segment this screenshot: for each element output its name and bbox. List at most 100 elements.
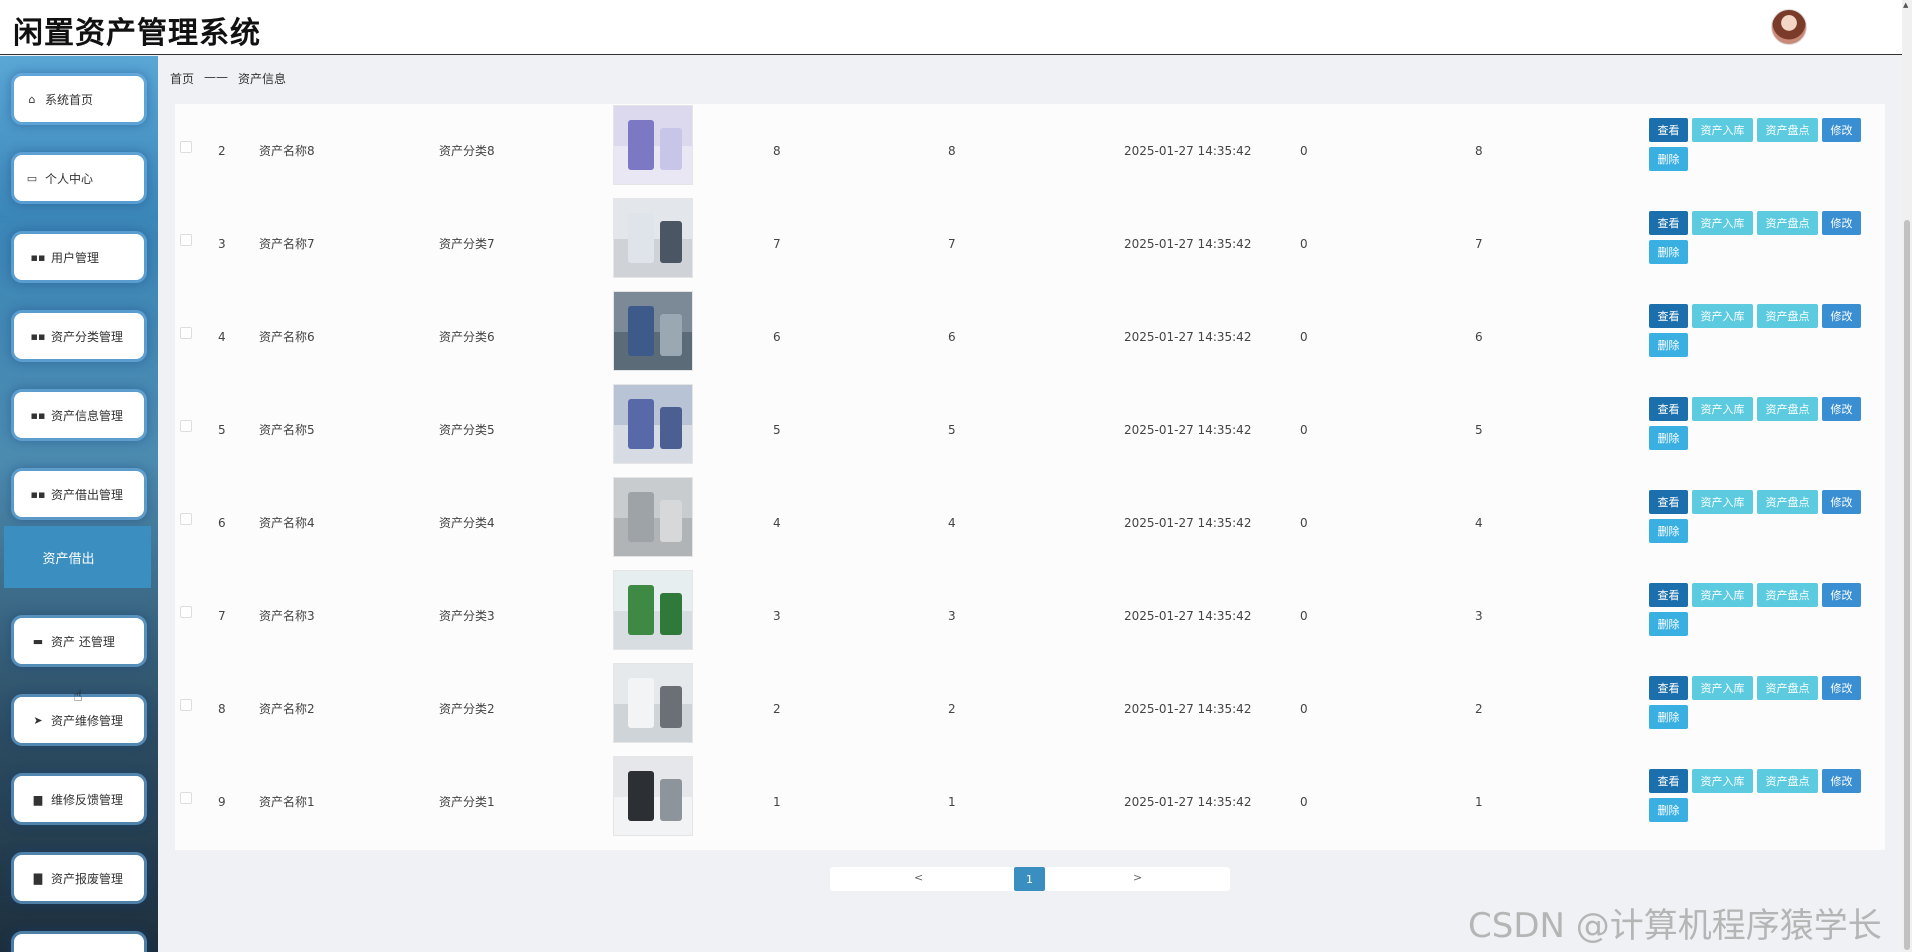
sidebar-item-repair-feedback[interactable]: ▆ 维修反馈管理	[14, 776, 144, 822]
edit-button[interactable]: 修改	[1822, 490, 1861, 514]
sidebar-item-asset-lending[interactable]: ▪▪ 资产借出管理	[14, 471, 144, 517]
delete-button[interactable]: 删除	[1649, 705, 1688, 729]
cell-col-c: 0	[1300, 515, 1308, 530]
table-row[interactable]: 2 资产名称8 资产分类8 8 8 2025-01-27 14:35:42 0 8 查看 资产入库…	[175, 104, 1885, 197]
asset-thumbnail[interactable]	[613, 756, 693, 836]
sidebar-item-asset-return[interactable]: ▬ 资产 还管理	[14, 618, 144, 664]
edit-button[interactable]: 修改	[1822, 676, 1861, 700]
table-row[interactable]: 6 资产名称4 资产分类4 4 4 2025-01-27 14:35:42 0 4 查看 资产入库…	[175, 476, 1885, 569]
table-row[interactable]: 5 资产名称5 资产分类5 5 5 2025-01-27 14:35:42 0 5 查看 资产入库…	[175, 383, 1885, 476]
delete-button[interactable]: 删除	[1649, 147, 1688, 171]
asset-thumbnail[interactable]	[613, 105, 693, 185]
cell-col-b: 6	[948, 329, 956, 344]
cell-index: 3	[218, 236, 226, 251]
cell-category: 资产分类3	[439, 609, 495, 623]
view-button[interactable]: 查看	[1649, 676, 1688, 700]
edit-button[interactable]: 修改	[1822, 769, 1861, 793]
asset-thumbnail[interactable]	[613, 477, 693, 557]
breadcrumb-home[interactable]: 首页	[170, 70, 194, 87]
sidebar-item-home[interactable]: ⌂ 系统首页	[14, 76, 144, 122]
view-button[interactable]: 查看	[1649, 118, 1688, 142]
edit-button[interactable]: 修改	[1822, 118, 1861, 142]
sidebar-item-profile[interactable]: ▭ 个人中心	[14, 155, 144, 201]
home-icon: ⌂	[28, 92, 36, 106]
delete-button[interactable]: 删除	[1649, 612, 1688, 636]
row-checkbox[interactable]	[180, 606, 192, 618]
stock-in-button[interactable]: 资产入库	[1692, 583, 1753, 607]
view-button[interactable]: 查看	[1649, 583, 1688, 607]
cell-category: 资产分类8	[439, 144, 495, 158]
stock-in-button[interactable]: 资产入库	[1692, 490, 1753, 514]
sidebar-item-label: 维修反馈管理	[51, 792, 124, 807]
inventory-button[interactable]: 资产盘点	[1757, 304, 1818, 328]
user-avatar[interactable]	[1771, 9, 1807, 45]
view-button[interactable]: 查看	[1649, 397, 1688, 421]
stock-in-button[interactable]: 资产入库	[1692, 304, 1753, 328]
page-scrollbar[interactable]: ▲	[1902, 0, 1912, 952]
submenu-item-asset-lend[interactable]: 资产借出	[4, 526, 151, 588]
prev-page-button[interactable]: <	[914, 871, 923, 884]
cell-category: 资产分类5	[439, 423, 495, 437]
asset-thumbnail[interactable]	[613, 198, 693, 278]
inventory-button[interactable]: 资产盘点	[1757, 490, 1818, 514]
sidebar-item-asset-category[interactable]: ▪▪ 资产分类管理	[14, 313, 144, 359]
current-page-button[interactable]: 1	[1014, 867, 1045, 891]
send-icon: ➤	[33, 713, 43, 727]
inventory-button[interactable]: 资产盘点	[1757, 676, 1818, 700]
inventory-button[interactable]: 资产盘点	[1757, 583, 1818, 607]
asset-thumbnail[interactable]	[613, 291, 693, 371]
sidebar-item-asset-scrap[interactable]: ▇ 资产报废管理	[14, 855, 144, 901]
inventory-button[interactable]: 资产盘点	[1757, 397, 1818, 421]
scrollbar-thumb[interactable]	[1904, 220, 1910, 950]
stock-in-button[interactable]: 资产入库	[1692, 769, 1753, 793]
sidebar-item-asset-info[interactable]: ▪▪ 资产信息管理	[14, 392, 144, 438]
delete-button[interactable]: 删除	[1649, 798, 1688, 822]
delete-button[interactable]: 删除	[1649, 240, 1688, 264]
inventory-button[interactable]: 资产盘点	[1757, 118, 1818, 142]
edit-button[interactable]: 修改	[1822, 583, 1861, 607]
grid-icon: ▪▪	[30, 250, 46, 264]
sidebar-item-users[interactable]: ▪▪ 用户管理	[14, 234, 144, 280]
delete-button[interactable]: 删除	[1649, 519, 1688, 543]
sidebar-item-label: 资产信息管理	[51, 408, 124, 423]
cell-col-c: 0	[1300, 422, 1308, 437]
delete-button[interactable]: 删除	[1649, 426, 1688, 450]
row-checkbox[interactable]	[180, 420, 192, 432]
row-checkbox[interactable]	[180, 141, 192, 153]
edit-button[interactable]: 修改	[1822, 211, 1861, 235]
stock-in-button[interactable]: 资产入库	[1692, 676, 1753, 700]
asset-thumbnail[interactable]	[613, 570, 693, 650]
stock-in-button[interactable]: 资产入库	[1692, 397, 1753, 421]
sidebar-item-more[interactable]	[14, 934, 144, 952]
table-row[interactable]: 7 资产名称3 资产分类3 3 3 2025-01-27 14:35:42 0 3 查看 资产入库…	[175, 569, 1885, 662]
monitor-icon: ▇	[33, 871, 43, 885]
inventory-button[interactable]: 资产盘点	[1757, 769, 1818, 793]
edit-button[interactable]: 修改	[1822, 397, 1861, 421]
view-button[interactable]: 查看	[1649, 490, 1688, 514]
view-button[interactable]: 查看	[1649, 304, 1688, 328]
inventory-button[interactable]: 资产盘点	[1757, 211, 1818, 235]
row-checkbox[interactable]	[180, 792, 192, 804]
table-row[interactable]: 8 资产名称2 资产分类2 2 2 2025-01-27 14:35:42 0 2 查看 资产入库…	[175, 662, 1885, 755]
edit-button[interactable]: 修改	[1822, 304, 1861, 328]
row-checkbox[interactable]	[180, 327, 192, 339]
asset-thumbnail[interactable]	[613, 384, 693, 464]
view-button[interactable]: 查看	[1649, 211, 1688, 235]
row-checkbox[interactable]	[180, 513, 192, 525]
breadcrumb: 首页 —— 资产信息	[170, 70, 286, 87]
cell-time: 2025-01-27 14:35:42	[1124, 701, 1252, 716]
stock-in-button[interactable]: 资产入库	[1692, 211, 1753, 235]
delete-button[interactable]: 删除	[1649, 333, 1688, 357]
table-row[interactable]: 9 资产名称1 资产分类1 1 1 2025-01-27 14:35:42 0 1 查看 资产入库…	[175, 755, 1885, 848]
view-button[interactable]: 查看	[1649, 769, 1688, 793]
app-title: 闲置资产管理系统	[13, 16, 261, 51]
asset-thumbnail[interactable]	[613, 663, 693, 743]
table-row[interactable]: 3 资产名称7 资产分类7 7 7 2025-01-27 14:35:42 0 7 查看 资产入库…	[175, 197, 1885, 290]
next-page-button[interactable]: >	[1133, 871, 1142, 884]
row-checkbox[interactable]	[180, 699, 192, 711]
stock-in-button[interactable]: 资产入库	[1692, 118, 1753, 142]
table-row[interactable]: 4 资产名称6 资产分类6 6 6 2025-01-27 14:35:42 0 6 查看 资产入库…	[175, 290, 1885, 383]
scroll-up-arrow-icon[interactable]: ▲	[1903, 1, 1908, 9]
row-checkbox[interactable]	[180, 234, 192, 246]
cell-col-c: 0	[1300, 236, 1308, 251]
